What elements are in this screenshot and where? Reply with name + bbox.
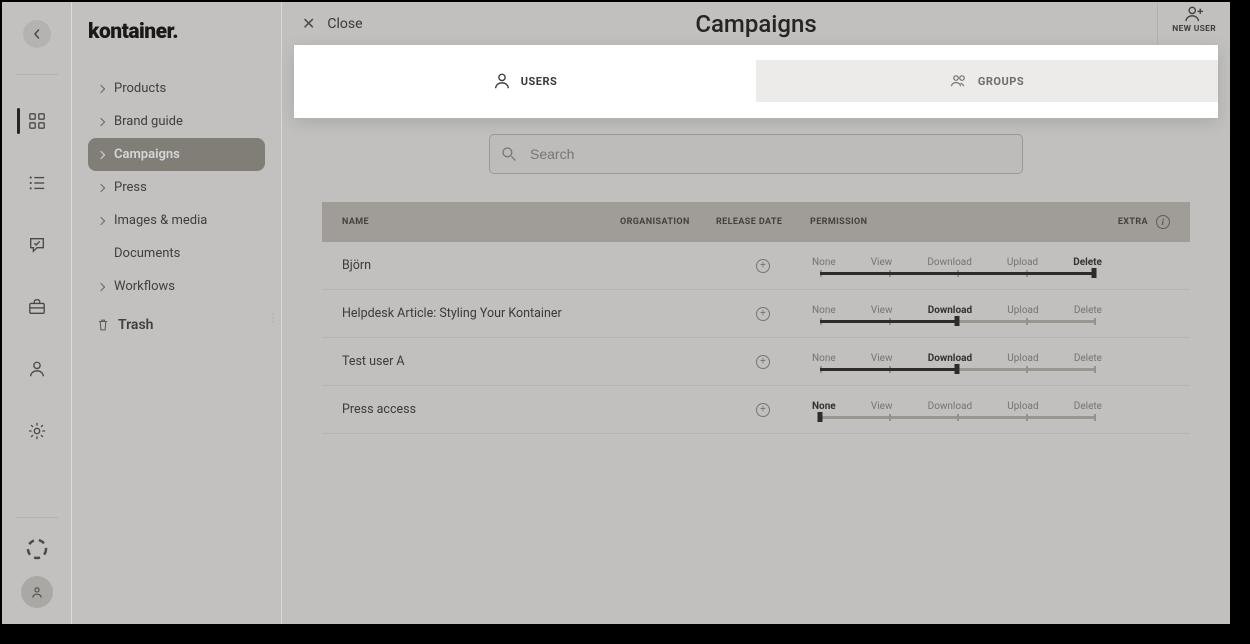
briefcase-icon[interactable] (17, 287, 57, 327)
close-icon: ✕ (302, 14, 315, 33)
main-panel: ✕ Close Campaigns NEW USER USERS GROUPS (282, 2, 1230, 624)
tab-groups[interactable]: GROUPS (756, 60, 1218, 102)
logo: kontainer. (88, 20, 265, 44)
nav-trash[interactable]: Trash (88, 317, 265, 333)
user-icon[interactable] (17, 349, 57, 389)
gear-icon[interactable] (17, 411, 57, 451)
search-input[interactable] (489, 134, 1023, 174)
add-date-button[interactable]: + (756, 355, 770, 369)
add-date-button[interactable]: + (756, 307, 770, 321)
header-permission: PERMISSION (810, 217, 1104, 227)
add-date-button[interactable]: + (756, 403, 770, 417)
table-row[interactable]: Press access + NoneViewDownloadUploadDelet… (322, 386, 1190, 434)
row-release-date: + (716, 403, 810, 417)
nav-documents[interactable]: Documents (88, 237, 265, 270)
search-icon (501, 146, 517, 162)
account-avatar[interactable] (21, 576, 53, 608)
row-name: Press access (342, 402, 620, 417)
row-release-date: + (716, 355, 810, 369)
header-extra: EXTRA i (1104, 215, 1170, 229)
table-row[interactable]: Björn + NoneViewDownloadUploadDelete (322, 242, 1190, 290)
nav-workflows[interactable]: Workflows (88, 270, 265, 303)
list-icon[interactable] (17, 163, 57, 203)
row-release-date: + (716, 307, 810, 321)
row-name: Test user A (342, 354, 620, 369)
help-icon[interactable] (26, 538, 48, 560)
row-name: Björn (342, 258, 620, 273)
nav-press[interactable]: Press (88, 171, 265, 204)
drag-handle-icon[interactable]: ⋮⋮ (268, 313, 278, 324)
header-name: NAME (342, 217, 620, 227)
nav-campaigns[interactable]: Campaigns (88, 138, 265, 171)
row-name: Helpdesk Article: Styling Your Kontainer (342, 306, 620, 321)
permission-slider[interactable]: NoneViewDownloadUploadDelete (810, 401, 1104, 419)
group-icon (950, 72, 968, 90)
nav-brand-guide[interactable]: Brand guide (88, 105, 265, 138)
tabs-panel: USERS GROUPS (294, 45, 1218, 118)
users-table: NAME ORGANISATION RELEASE DATE PERMISSIO… (322, 202, 1190, 434)
add-date-button[interactable]: + (756, 259, 770, 273)
user-icon (493, 72, 511, 90)
permission-slider[interactable]: NoneViewDownloadUploadDelete (810, 305, 1104, 323)
table-header-row: NAME ORGANISATION RELEASE DATE PERMISSIO… (322, 202, 1190, 242)
new-user-button[interactable]: NEW USER (1157, 2, 1230, 45)
chat-icon[interactable] (17, 225, 57, 265)
table-row[interactable]: Test user A + NoneViewDownloadUploadDelete (322, 338, 1190, 386)
table-row[interactable]: Helpdesk Article: Styling Your Kontainer… (322, 290, 1190, 338)
apps-icon[interactable] (17, 101, 57, 141)
folder-sidebar: kontainer. Products Brand guide Campaign… (72, 2, 282, 624)
nav-products[interactable]: Products (88, 72, 265, 105)
info-icon[interactable]: i (1156, 215, 1170, 229)
new-user-icon (1183, 6, 1205, 22)
tab-users[interactable]: USERS (294, 60, 756, 102)
row-release-date: + (716, 259, 810, 273)
icon-rail (2, 2, 72, 624)
close-button[interactable]: ✕ Close (302, 14, 363, 33)
header-release-date: RELEASE DATE (716, 217, 810, 227)
nav-images-media[interactable]: Images & media (88, 204, 265, 237)
header-organisation: ORGANISATION (620, 217, 716, 227)
page-title: Campaigns (695, 10, 816, 38)
permission-slider[interactable]: NoneViewDownloadUploadDelete (810, 257, 1104, 275)
back-button[interactable] (23, 20, 51, 48)
permission-slider[interactable]: NoneViewDownloadUploadDelete (810, 353, 1104, 371)
trash-icon (96, 318, 110, 332)
